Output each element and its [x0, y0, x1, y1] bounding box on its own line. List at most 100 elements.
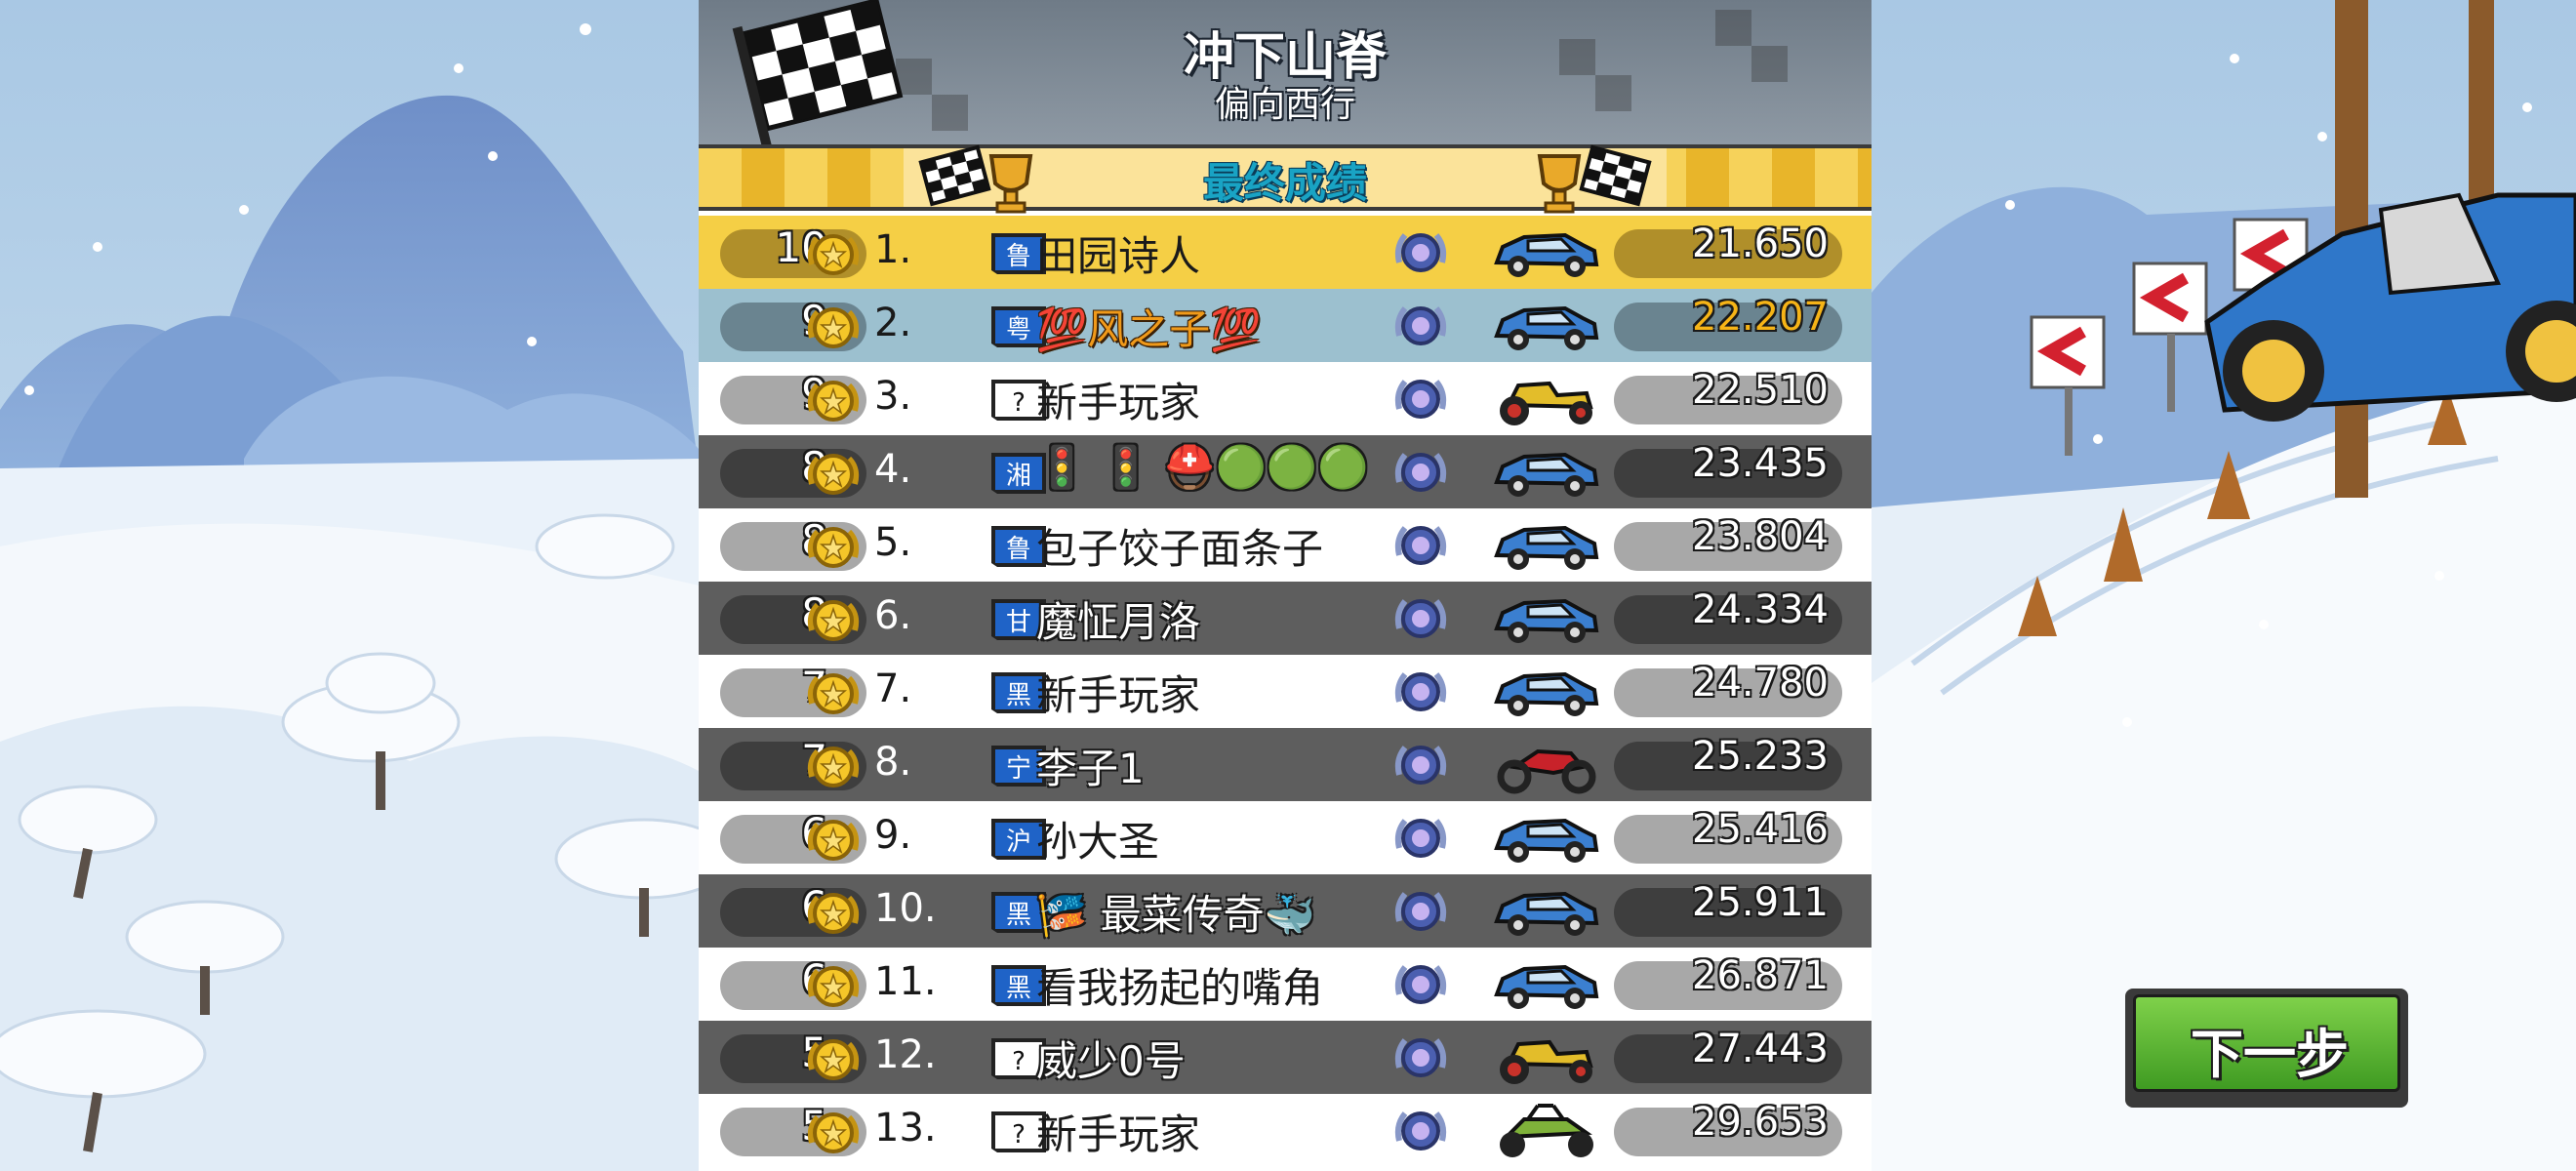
player-name: 🎏 最菜传奇🐳 — [1036, 891, 1315, 939]
league-medal-icon — [1393, 227, 1448, 278]
blue-rally-car-icon — [1489, 225, 1602, 282]
yellow-hot-rod-icon — [1489, 372, 1602, 428]
player-name: 新手玩家 — [1036, 379, 1201, 426]
race-time: 23.804 — [1692, 514, 1829, 559]
race-time: 24.780 — [1692, 661, 1829, 706]
rank-number: 5. — [874, 520, 912, 565]
race-time: 21.650 — [1692, 222, 1829, 266]
rank-number: 13. — [874, 1106, 937, 1151]
league-medal-icon — [1393, 1032, 1448, 1083]
next-button-label: 下一步 — [2191, 1024, 2349, 1085]
blue-rally-car-icon — [1489, 299, 1602, 355]
race-time: 25.233 — [1692, 734, 1829, 779]
league-medal-icon — [1393, 374, 1448, 424]
league-medal-icon — [1393, 301, 1448, 351]
result-row: 610.黑🎏 最菜传奇🐳25.911 — [699, 874, 1872, 948]
region-badge-text: 鲁 — [1006, 242, 1031, 271]
result-row: 611.黑看我扬起的嘴角26.871 — [699, 948, 1872, 1021]
rank-number: 2. — [874, 301, 912, 345]
race-time: 22.207 — [1692, 295, 1829, 340]
coin-icon — [806, 595, 861, 646]
race-time: 29.653 — [1692, 1100, 1829, 1145]
region-badge-text: ? — [1012, 1120, 1026, 1150]
player-name: 新手玩家 — [1036, 1110, 1201, 1158]
league-medal-icon — [1393, 959, 1448, 1010]
region-badge-text: 黑 — [1006, 681, 1031, 710]
race-time: 23.435 — [1692, 441, 1829, 486]
league-medal-icon — [1393, 593, 1448, 644]
player-name: 田园诗人 — [1036, 232, 1201, 280]
region-badge-text: 甘 — [1006, 608, 1031, 637]
yellow-hot-rod-icon — [1489, 1030, 1602, 1087]
region-badge-text: ? — [1012, 1047, 1026, 1076]
player-name: 李子1 — [1036, 745, 1145, 792]
result-row: 92.粤💯风之子💯22.207 — [699, 289, 1872, 362]
track-header: 冲下山脊 偏向西行 — [699, 0, 1872, 144]
blue-rally-car-icon — [1489, 665, 1602, 721]
result-row: 85.鲁包子饺子面条子23.804 — [699, 508, 1872, 582]
coin-icon — [806, 449, 861, 500]
result-row: 512.?威少0号27.443 — [699, 1021, 1872, 1094]
league-medal-icon — [1393, 666, 1448, 717]
result-row: 84.湘🚦 🚦 ⛑️🟢🟢🟢23.435 — [699, 435, 1872, 508]
player-name: 🚦 🚦 ⛑️🟢🟢🟢 — [1036, 443, 1369, 491]
region-badge-text: 黑 — [1006, 974, 1031, 1003]
region-badge-text: 湘 — [1006, 462, 1031, 491]
league-medal-icon — [1393, 520, 1448, 571]
coin-icon — [806, 376, 861, 426]
green-dune-buggy-icon — [1489, 1104, 1602, 1160]
league-medal-icon — [1393, 813, 1448, 864]
region-badge-text: 鲁 — [1006, 535, 1031, 564]
region-badge-text: 宁 — [1006, 754, 1031, 784]
player-name: 孙大圣 — [1036, 818, 1160, 866]
blue-rally-car-icon — [1489, 518, 1602, 575]
rank-number: 7. — [874, 666, 912, 711]
blue-rally-car-icon — [1489, 811, 1602, 868]
coin-icon — [806, 1108, 861, 1158]
blue-rally-car-icon — [1489, 957, 1602, 1014]
region-badge-text: 沪 — [1006, 828, 1031, 857]
results-title: 最终成绩 — [1202, 159, 1367, 207]
rank-number: 6. — [874, 593, 912, 638]
blue-rally-car-icon — [1489, 445, 1602, 502]
race-time: 25.911 — [1692, 880, 1829, 925]
rank-number: 12. — [874, 1032, 937, 1077]
league-medal-icon — [1393, 1106, 1448, 1156]
result-row: 78.宁李子125.233 — [699, 728, 1872, 801]
coin-icon — [806, 229, 861, 280]
player-name: 魔怔月洛 — [1036, 598, 1201, 646]
race-time: 26.871 — [1692, 953, 1829, 998]
track-subtitle: 偏向西行 — [1214, 85, 1355, 125]
rank-number: 11. — [874, 959, 937, 1004]
coin-icon — [806, 668, 861, 719]
coin-icon — [806, 742, 861, 792]
result-row: 513.?新手玩家29.653 — [699, 1094, 1872, 1167]
league-medal-icon — [1393, 447, 1448, 498]
blue-rally-car-icon — [1489, 591, 1602, 648]
rank-number: 3. — [874, 374, 912, 419]
race-time: 25.416 — [1692, 807, 1829, 852]
league-medal-icon — [1393, 886, 1448, 937]
rank-number: 8. — [874, 740, 912, 785]
blue-rally-car-icon — [1489, 884, 1602, 941]
results-banner: 最终成绩 — [699, 144, 1872, 214]
red-motorbike-icon — [1489, 738, 1602, 794]
coin-icon — [806, 888, 861, 939]
coin-icon — [806, 815, 861, 866]
result-row: 93.?新手玩家22.510 — [699, 362, 1872, 435]
rank-number: 4. — [874, 447, 912, 492]
next-button-face[interactable]: 下一步 — [2133, 994, 2400, 1092]
player-name: 威少0号 — [1036, 1037, 1186, 1085]
race-time: 27.443 — [1692, 1027, 1829, 1071]
coin-icon — [806, 961, 861, 1012]
rank-number: 1. — [874, 227, 912, 272]
result-row: 69.沪孙大圣25.416 — [699, 801, 1872, 874]
player-name: 包子饺子面条子 — [1036, 525, 1324, 573]
result-row: 86.甘魔怔月洛24.334 — [699, 582, 1872, 655]
player-name: 新手玩家 — [1036, 671, 1201, 719]
league-medal-icon — [1393, 740, 1448, 790]
next-button[interactable]: 下一步 — [2125, 989, 2408, 1108]
result-row: 77.黑新手玩家24.780 — [699, 655, 1872, 728]
player-name: 看我扬起的嘴角 — [1036, 964, 1324, 1012]
coin-icon — [806, 1034, 861, 1085]
